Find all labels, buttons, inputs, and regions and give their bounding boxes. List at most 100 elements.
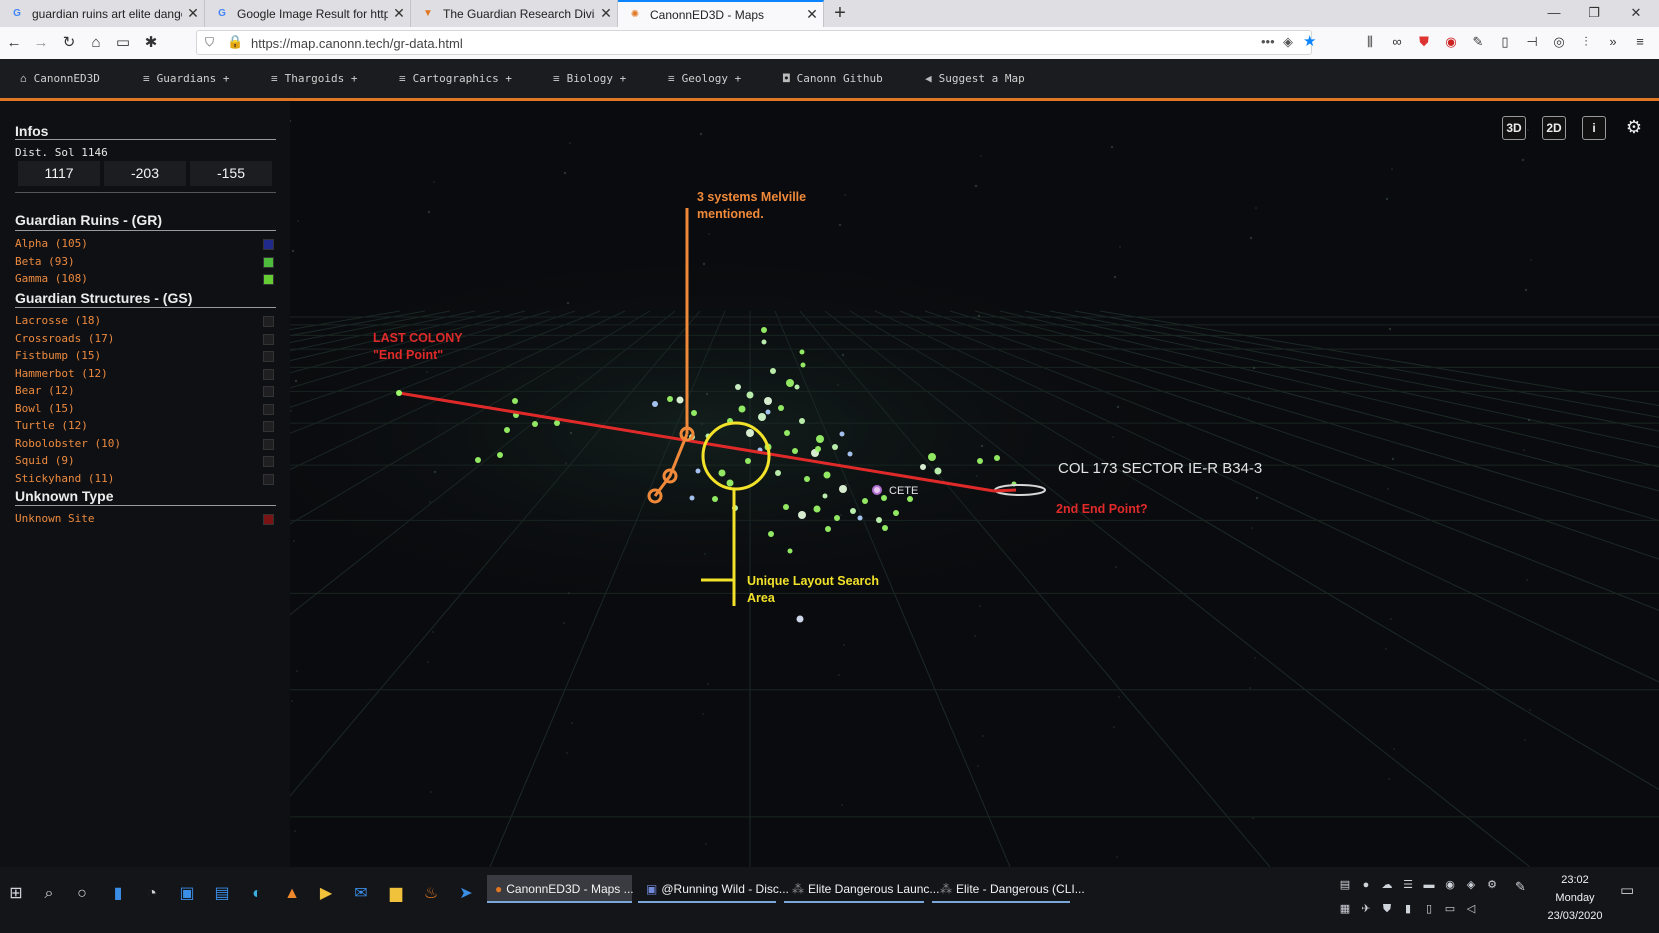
star-system[interactable]	[712, 496, 718, 502]
star-system[interactable]	[761, 339, 767, 345]
star-system[interactable]	[862, 498, 868, 504]
star-system[interactable]	[512, 398, 518, 404]
tray-app-icon[interactable]: ☰	[1400, 877, 1416, 893]
star-system[interactable]	[691, 410, 697, 416]
shield-icon[interactable]: ⛊	[1379, 901, 1395, 917]
guardian-structure-label[interactable]: Lacrosse (18)	[15, 314, 101, 327]
star-system[interactable]	[893, 510, 899, 516]
menu-guardians[interactable]: ≡ Guardians +	[143, 72, 229, 85]
star-system[interactable]	[794, 384, 800, 390]
guardian-structure-toggle-checkbox[interactable]	[263, 333, 274, 345]
notifications-icon[interactable]: ▭	[1620, 881, 1634, 899]
star-system[interactable]	[799, 349, 805, 355]
app-icon[interactable]: ▮	[105, 881, 131, 907]
star-system[interactable]	[994, 455, 1000, 461]
cete-system-marker[interactable]	[872, 485, 882, 495]
pen-icon[interactable]: ✎	[1515, 879, 1537, 895]
url-text[interactable]: https://map.canonn.tech/gr-data.html	[251, 36, 463, 51]
guardian-structure-label[interactable]: Hammerbot (12)	[15, 367, 108, 380]
clock[interactable]: 23:02 Monday 23/03/2020	[1540, 871, 1610, 925]
unknown-site-toggle-checkbox[interactable]	[263, 514, 274, 525]
back-arrow-icon[interactable]: ←	[3, 32, 25, 54]
star-system[interactable]	[554, 420, 560, 426]
menu-cartographics[interactable]: ≡ Cartographics +	[399, 72, 512, 85]
account-icon[interactable]: ◎	[1549, 32, 1569, 52]
star-system[interactable]	[786, 379, 794, 387]
star-system[interactable]	[765, 409, 771, 415]
star-system[interactable]	[804, 476, 810, 482]
star-system[interactable]	[798, 511, 806, 519]
star-system[interactable]	[758, 413, 766, 421]
guardian-ruin-label[interactable]: Beta (93)	[15, 255, 75, 268]
tab-canonned3d-maps[interactable]: ✺ CanonnED3D - Maps ✕	[618, 0, 824, 27]
star-system[interactable]	[815, 446, 821, 452]
lock-icon[interactable]: 🔒	[227, 34, 243, 50]
guardian-structure-toggle-checkbox[interactable]	[263, 456, 274, 467]
guardian-structure-label[interactable]: Fistbump (15)	[15, 349, 101, 362]
tray-app-icon[interactable]: ▤	[1337, 877, 1353, 893]
star-system[interactable]	[726, 479, 734, 487]
star-system[interactable]	[504, 427, 510, 433]
star-system[interactable]	[718, 469, 726, 477]
star-system[interactable]	[825, 526, 831, 532]
onedrive-icon[interactable]: ☁	[1379, 877, 1395, 893]
star-system[interactable]	[497, 452, 503, 458]
star-system[interactable]	[761, 327, 767, 333]
star-system[interactable]	[816, 435, 824, 443]
hamburger-menu-icon[interactable]: ≡	[1630, 32, 1650, 52]
pin-icon[interactable]: ⊣	[1522, 32, 1542, 52]
guardian-structure-toggle-checkbox[interactable]	[263, 368, 274, 380]
star-system[interactable]	[882, 525, 888, 531]
star-system[interactable]	[532, 421, 538, 427]
star-system[interactable]	[768, 531, 774, 537]
star-system[interactable]	[689, 495, 695, 501]
taskbar-app-elite-launcher[interactable]: ⁂ Elite Dangerous Launc...	[784, 875, 939, 903]
star-system[interactable]	[839, 431, 845, 437]
star-system[interactable]	[792, 448, 798, 454]
star-system[interactable]	[775, 470, 781, 476]
galaxy-map-3d-view[interactable]: 3 systems Melville mentioned. LAST COLON…	[290, 101, 1659, 867]
app-icon[interactable]: ◔	[139, 881, 165, 907]
star-system[interactable]	[850, 508, 856, 514]
guardian-structure-label[interactable]: Stickyhand (11)	[15, 472, 114, 485]
tray-app-icon[interactable]: ▦	[1337, 901, 1353, 917]
view-3d-button[interactable]: 3D	[1502, 116, 1526, 140]
app-icon[interactable]: ▤	[209, 881, 235, 907]
steam-icon[interactable]: ◉	[1442, 877, 1458, 893]
star-system[interactable]	[857, 515, 863, 521]
media-icon[interactable]: ▶	[313, 881, 339, 907]
search-icon[interactable]: ⌕	[36, 881, 62, 907]
guardian-structure-toggle-checkbox[interactable]	[263, 386, 274, 397]
guardian-structure-toggle-checkbox[interactable]	[263, 403, 274, 415]
app-icon[interactable]: ◐	[244, 881, 270, 907]
vlc-icon[interactable]: ▲	[279, 881, 305, 907]
star-system[interactable]	[735, 384, 741, 390]
tray-app-icon[interactable]: ▮	[1400, 901, 1416, 917]
tray-app-icon[interactable]: ▬	[1421, 877, 1437, 893]
sidebar-icon[interactable]: ▯	[1495, 32, 1515, 52]
star-system[interactable]	[667, 396, 673, 402]
gear-icon[interactable]: ⚙	[1622, 116, 1646, 140]
guardian-structure-toggle-checkbox[interactable]	[263, 351, 274, 362]
star-system[interactable]	[834, 515, 840, 521]
forward-arrow-icon[interactable]: →	[30, 32, 52, 54]
star-system[interactable]	[695, 468, 701, 474]
guardian-structure-toggle-checkbox[interactable]	[263, 438, 274, 450]
tab-guardian-ruins-search[interactable]: G guardian ruins art elite danger ✕	[0, 0, 205, 27]
star-system[interactable]	[784, 430, 790, 436]
guardian-ruin-toggle-checkbox[interactable]	[263, 239, 274, 250]
tab-google-image-result[interactable]: G Google Image Result for http:// ✕	[205, 0, 411, 27]
pocket-icon[interactable]: ◈	[1283, 34, 1293, 50]
star-system[interactable]	[764, 397, 772, 405]
guardian-structure-toggle-checkbox[interactable]	[263, 421, 274, 432]
guardian-structure-label[interactable]: Robolobster (10)	[15, 437, 121, 450]
ublock-icon[interactable]: ◉	[1441, 32, 1461, 52]
guardian-ruin-toggle-checkbox[interactable]	[263, 274, 274, 285]
star-system[interactable]	[832, 444, 838, 450]
privacy-badger-icon[interactable]: ⛊	[1414, 32, 1434, 52]
guardian-structure-toggle-checkbox[interactable]	[263, 316, 274, 327]
menu-canonn-github[interactable]: ◘ Canonn Github	[783, 72, 883, 85]
star-system[interactable]	[778, 405, 784, 411]
star-system[interactable]	[920, 464, 926, 470]
address-bar[interactable]: ⛉ 🔒 https://map.canonn.tech/gr-data.html…	[196, 30, 1316, 55]
